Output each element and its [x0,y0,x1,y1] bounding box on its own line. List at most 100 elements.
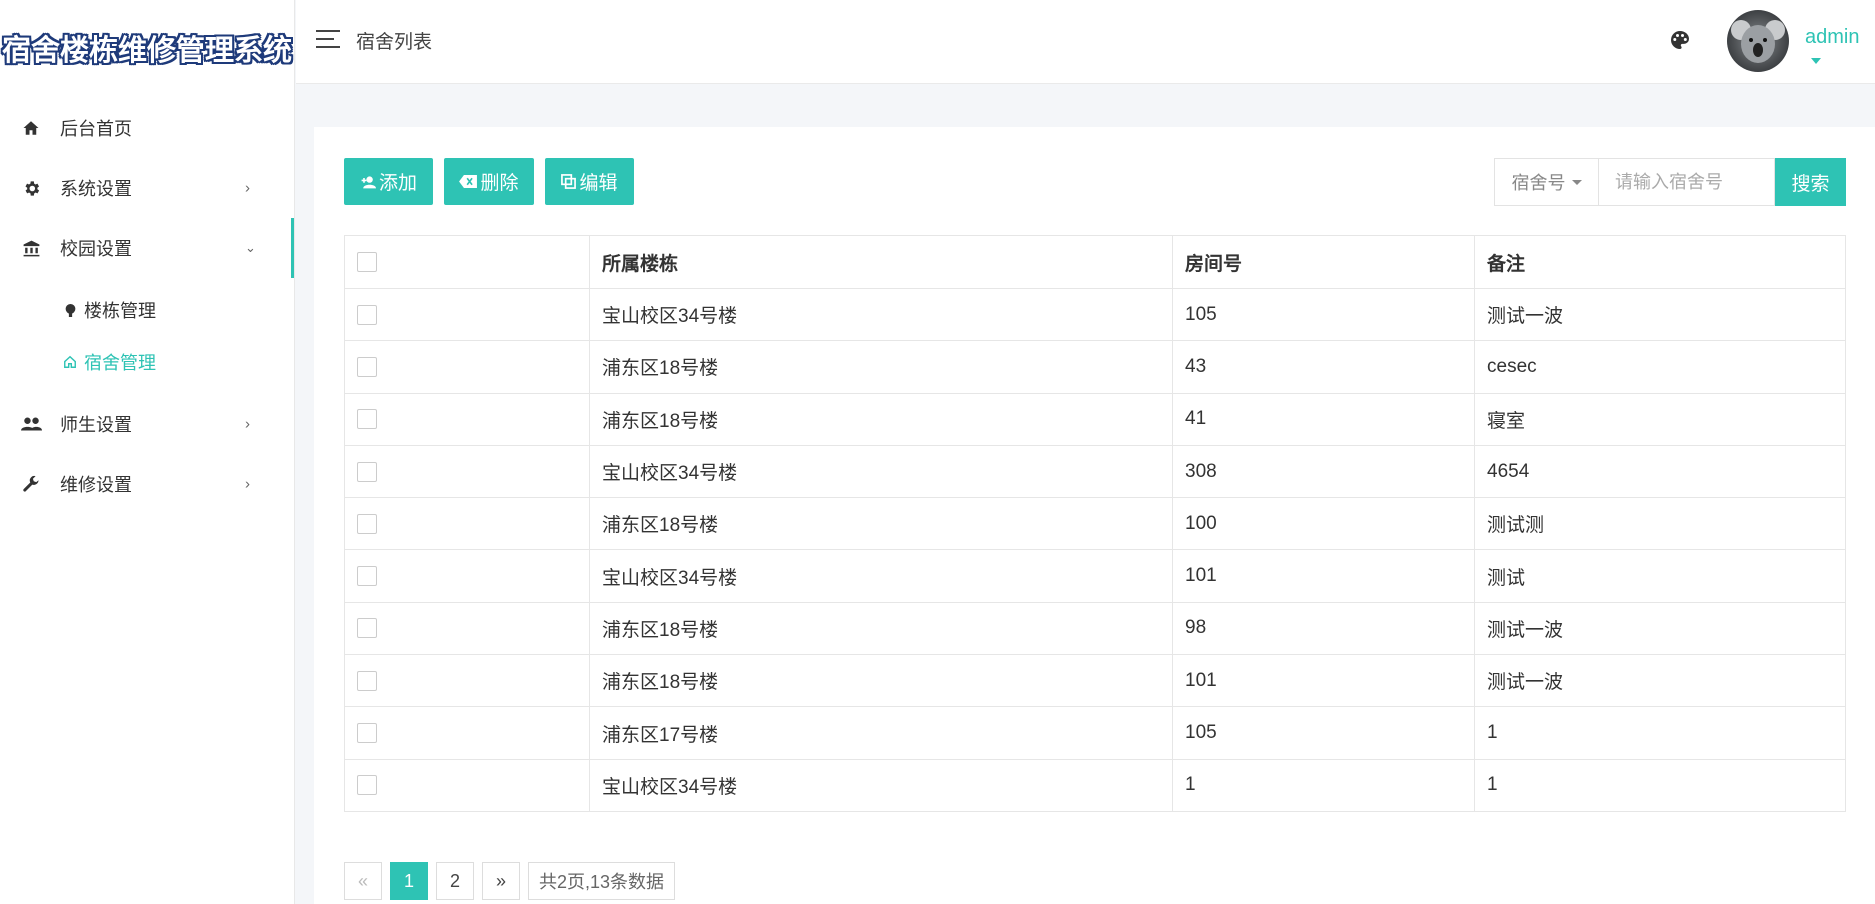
cell-room: 98 [1172,601,1475,656]
chevron-right-icon: › [245,179,250,197]
prev-page-button[interactable]: « [344,862,382,900]
cell-building: 浦东区18号楼 [589,392,1173,446]
sidebar-subitem-buildings[interactable]: 楼栋管理 [0,284,294,336]
home-icon [20,117,42,139]
column-header-room: 房间号 [1172,235,1475,289]
user-name: admin [1805,26,1860,48]
row-checkbox[interactable] [357,409,377,430]
row-checkbox[interactable] [357,304,377,325]
sidebar-item-label: 维修设置 [60,475,132,495]
row-checkbox[interactable] [357,670,377,691]
cell-building: 宝山校区34号楼 [589,444,1173,499]
cell-note: 测试 [1474,549,1846,603]
cell-building: 浦东区18号楼 [589,340,1173,394]
cell-building: 宝山校区34号楼 [589,287,1173,342]
search-button[interactable]: 搜索 [1775,158,1846,206]
backspace-icon [459,175,478,188]
sidebar-item-people-settings[interactable]: 师生设置 › [0,394,294,454]
table-row[interactable]: 宝山校区34号楼 101 测试 [344,549,1846,603]
top-header: 宿舍列表 admin [296,0,1875,84]
cell-room: 41 [1172,392,1475,446]
cell-building: 浦东区18号楼 [589,601,1173,656]
edit-button[interactable]: 编辑 [545,158,634,205]
next-page-button[interactable]: » [482,862,520,900]
table-row[interactable]: 宝山校区34号楼 105 测试一波 [344,287,1846,342]
row-checkbox[interactable] [357,775,377,796]
add-button-label: 添加 [378,173,417,194]
search-type-select[interactable]: 宿舍号 [1494,158,1599,206]
cell-note: 1 [1474,758,1846,812]
sidebar-item-label: 系统设置 [60,179,132,199]
avatar[interactable] [1727,10,1789,72]
wrench-icon [20,473,42,495]
delete-button-label: 删除 [480,173,519,194]
select-all-checkbox[interactable] [357,251,377,272]
user-menu[interactable]: admin [1805,26,1875,72]
table-row[interactable]: 宝山校区34号楼 1 1 [344,758,1846,812]
search-type-label: 宿舍号 [1511,173,1566,193]
sidebar-item-label: 师生设置 [60,415,132,435]
cell-building: 宝山校区34号楼 [589,758,1173,812]
chevron-down-icon: ⌄ [245,240,256,255]
add-button[interactable]: 添加 [344,158,433,205]
pin-icon [62,302,78,318]
sidebar-item-system-settings[interactable]: 系统设置 › [0,158,294,218]
cell-room: 1 [1172,758,1475,812]
delete-button[interactable]: 删除 [444,158,534,205]
sidebar-subitem-label: 宿舍管理 [84,353,156,373]
page-button-1[interactable]: 1 [390,862,428,900]
cell-room: 100 [1172,497,1475,551]
chevron-right-icon: › [245,475,250,493]
table-row[interactable]: 浦东区18号楼 41 寝室 [344,392,1846,446]
row-checkbox[interactable] [357,513,377,534]
table-row[interactable]: 浦东区18号楼 98 测试一波 [344,601,1846,656]
cell-room: 101 [1172,654,1475,708]
row-checkbox[interactable] [357,461,377,482]
search-input[interactable] [1599,158,1775,206]
row-checkbox[interactable] [357,356,377,377]
edit-button-label: 编辑 [579,173,618,194]
cell-building: 宝山校区34号楼 [589,549,1173,603]
table-row[interactable]: 浦东区18号楼 101 测试一波 [344,654,1846,708]
row-checkbox[interactable] [357,566,377,587]
content-card: 添加 删除 编辑 宿舍号 搜索 所属楼栋 房间号 备注 宝山校区34号楼105测… [314,127,1875,904]
cell-note: 测试一波 [1474,601,1846,656]
cell-note: 1 [1474,706,1846,760]
people-icon [20,413,42,435]
app-title: 宿舍楼栋维修管理系统 [2,35,293,67]
table-row[interactable]: 宝山校区34号楼 308 4654 [344,444,1846,499]
page-button-2[interactable]: 2 [436,862,474,900]
row-checkbox[interactable] [357,723,377,743]
bank-icon [20,237,42,259]
cell-building: 浦东区18号楼 [589,654,1173,708]
pagination: « 1 2 » 共2页,13条数据 [344,862,676,900]
cell-room: 105 [1172,706,1475,760]
sidebar-subitem-label: 楼栋管理 [84,301,156,321]
sidebar-item-label: 后台首页 [60,119,132,139]
table-row[interactable]: 浦东区18号楼 100 测试测 [344,497,1846,551]
chevron-right-icon: › [245,415,250,433]
cell-note: cesec [1474,340,1846,394]
caret-down-icon [1571,179,1582,185]
cell-room: 43 [1172,340,1475,394]
column-header-note: 备注 [1474,235,1846,289]
dorm-table: 所属楼栋 房间号 备注 宝山校区34号楼 105 测试一波 浦东区18号楼 43 ces… [344,235,1846,812]
copy-icon [561,174,577,189]
menu-toggle-icon[interactable] [316,30,340,48]
table-row[interactable]: 浦东区17号楼 105 1 [344,706,1846,760]
sidebar-item-home[interactable]: 后台首页 [0,98,294,158]
sidebar-item-campus-settings[interactable]: 校园设置 ⌄ [0,218,294,278]
cell-room: 308 [1172,444,1475,499]
row-checkbox[interactable] [357,618,377,639]
page-title: 宿舍列表 [356,32,433,53]
pagination-info: 共2页,13条数据 [528,862,676,900]
cell-note: 测试测 [1474,497,1846,551]
column-header-building: 所属楼栋 [589,235,1173,289]
cell-note: 测试一波 [1474,287,1846,342]
cell-note: 寝室 [1474,392,1846,446]
palette-icon[interactable] [1668,28,1692,52]
sidebar-item-repair-settings[interactable]: 维修设置 › [0,454,294,514]
table-row[interactable]: 浦东区18号楼 43 cesec [344,340,1846,394]
cell-room: 105 [1172,287,1475,342]
sidebar-subitem-dorms[interactable]: 宿舍管理 [0,336,294,388]
